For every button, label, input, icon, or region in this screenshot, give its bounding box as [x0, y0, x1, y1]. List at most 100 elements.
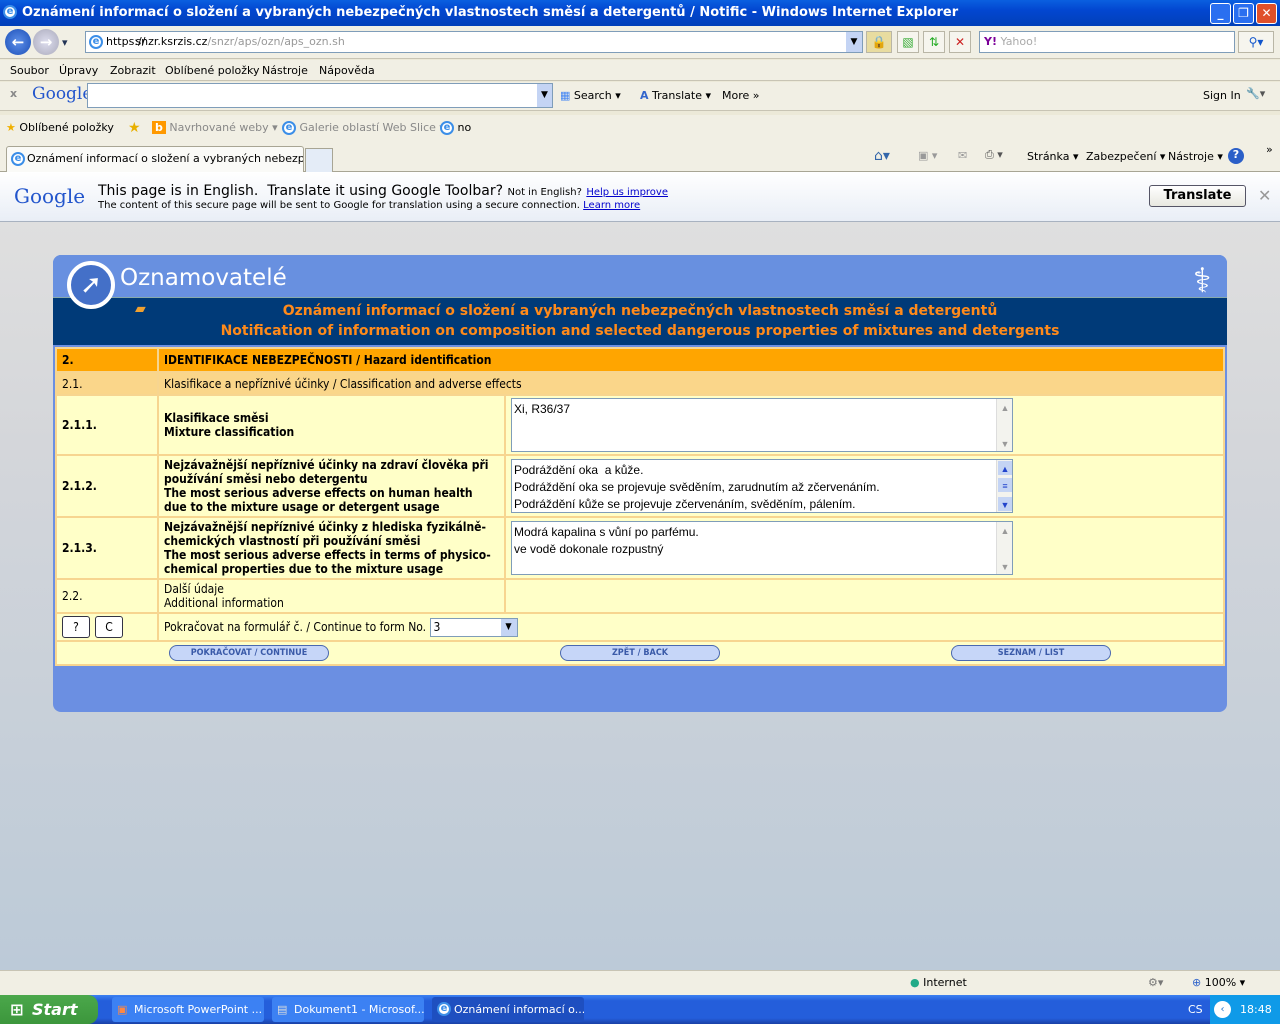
menu-nastroje-cmd[interactable]: Nástroje ▾	[1168, 150, 1223, 163]
fav-web-slice-gallery[interactable]: e Galerie oblastí Web Slice ▾	[282, 121, 445, 135]
window-title-bar: e Oznámení informací o složení a vybraný…	[0, 0, 1280, 26]
more-button[interactable]: More »	[722, 89, 760, 102]
home-icon[interactable]: ⌂▾	[874, 148, 890, 164]
scrollbar[interactable]: ▲ ▼	[996, 399, 1012, 451]
menu-bar: Soubor Úpravy Zobrazit Oblíbené položky …	[0, 60, 1280, 81]
task-word[interactable]: ▤ Dokument1 - Microsof...	[272, 997, 424, 1022]
scrollbar[interactable]: ▲ ▼	[996, 522, 1012, 574]
chevron-down-icon[interactable]: ▼	[537, 84, 552, 107]
restore-button[interactable]: ❐	[1233, 3, 1254, 24]
heading-cz: Oznámení informací o složení a vybraných…	[282, 303, 998, 319]
wrench-icon[interactable]: 🔧▾	[1246, 87, 1265, 100]
menu-upravy[interactable]: Úpravy	[59, 64, 98, 77]
refresh-icon[interactable]: ⇅	[923, 31, 945, 53]
zoom-control[interactable]: ⊕ 100% ▾	[1192, 976, 1245, 989]
google-search-input[interactable]: ▼	[87, 83, 553, 108]
star-icon: ★	[6, 121, 16, 134]
feeds-icon[interactable]: ▣ ▾	[918, 149, 937, 162]
zone-indicator: ● Internet	[910, 976, 967, 989]
scrollbar[interactable]: ▲ ≡ ▼	[996, 460, 1012, 512]
mail-icon[interactable]: ✉	[958, 149, 967, 162]
translate-page-button[interactable]: Translate	[1149, 185, 1246, 207]
list-button[interactable]: SEZNAM / LIST	[951, 645, 1111, 661]
help-button[interactable]: ?	[62, 616, 90, 638]
status-bar: ● Internet ⚙▾ ⊕ 100% ▾	[0, 970, 1280, 995]
help-icon[interactable]: ?	[1228, 148, 1244, 164]
menu-soubor[interactable]: Soubor	[10, 64, 49, 77]
system-tray: ‹ 18:48	[1210, 995, 1280, 1024]
address-bar[interactable]: e https://snzr.ksrzis.cz/snzr/aps/ozn/ap…	[85, 31, 863, 53]
fav-suggested-sites[interactable]: b Navrhované weby ▾	[152, 121, 278, 134]
close-toolbar-icon[interactable]: x	[10, 87, 17, 100]
table-row: 2.1.1. Klasifikace směsi Mixture classifi…	[57, 396, 1223, 454]
favorites-bar: ★ Oblíbené položky ★ b Navrhované weby ▾…	[0, 115, 1280, 143]
new-tab-button[interactable]	[305, 148, 333, 172]
minimize-button[interactable]: _	[1210, 3, 1231, 24]
lock-icon[interactable]: 🔒	[866, 31, 892, 53]
back-button[interactable]: ←	[5, 29, 31, 55]
menu-zabezpeceni[interactable]: Zabezpečení ▾	[1086, 150, 1165, 163]
search-icon[interactable]: ⚲▾	[1238, 31, 1274, 53]
table-row: 2.1.3. Nejzávažnější nepříznivé účinky z…	[57, 518, 1223, 578]
chevron-more-icon[interactable]: »	[1266, 143, 1273, 156]
task-powerpoint[interactable]: ▣ Microsoft PowerPoint ...	[112, 997, 264, 1022]
compatibility-icon[interactable]: ▧	[897, 31, 919, 53]
fav-no[interactable]: e no	[440, 121, 471, 135]
language-indicator[interactable]: CS	[1188, 1003, 1203, 1016]
google-logo: Google	[32, 84, 93, 104]
form-panel: ➚ Oznamovatelé ⚕ ▰ Oznámení informací o …	[53, 255, 1227, 712]
sign-in-link[interactable]: Sign In	[1203, 89, 1241, 102]
menu-napoveda[interactable]: Nápověda	[319, 64, 375, 77]
close-translate-icon[interactable]: ✕	[1258, 186, 1271, 205]
translate-message: This page is in English. Translate it us…	[98, 183, 504, 199]
tab-row: e Oznámení informací o složení a vybranýc…	[0, 143, 1280, 172]
windows-logo-icon: ⊞	[10, 1000, 24, 1019]
classification-textarea[interactable]: Xi, R36/37 ▲ ▼	[511, 398, 1013, 452]
address-dropdown-icon[interactable]: ▼	[846, 32, 862, 52]
caduceus-icon: ⚕	[1193, 261, 1212, 301]
help-improve-link[interactable]: Help us improve	[586, 187, 668, 198]
form-number-select[interactable]: 3 ▼	[429, 617, 518, 637]
chevron-down-icon: ▼	[500, 618, 517, 636]
menu-zobrazit[interactable]: Zobrazit	[110, 64, 156, 77]
stop-icon[interactable]: ✕	[949, 31, 971, 53]
task-ie[interactable]: e Oznámení informací o...	[432, 997, 584, 1022]
window-title: Oznámení informací o složení a vybraných…	[22, 5, 959, 20]
google-toolbar: x Google ▼ ▦ Search ▾ A Translate ▾ More…	[0, 82, 1280, 111]
tab-active[interactable]: e Oznámení informací o složení a vybranýc…	[6, 146, 304, 172]
globe-icon: ●	[910, 976, 920, 989]
translate-bar: Google This page is in English. Translat…	[0, 172, 1280, 222]
learn-more-link[interactable]: Learn more	[583, 200, 640, 211]
health-effects-textarea[interactable]: Podráždění oka a kůže. Podráždění oka se…	[511, 459, 1013, 513]
app-name: Oznamovatelé	[120, 265, 287, 291]
close-button[interactable]: ✕	[1256, 3, 1277, 24]
physchem-effects-textarea[interactable]: Modrá kapalina s vůní po parfému. ve vod…	[511, 521, 1013, 575]
table-row: 2.1.2. Nejzávažnější nepříznivé účinky n…	[57, 456, 1223, 516]
back-button[interactable]: ZPĚT / BACK	[560, 645, 720, 661]
print-icon[interactable]: ⎙ ▾	[985, 148, 1003, 162]
favorites-button[interactable]: ★ Oblíbené položky	[6, 121, 114, 134]
taskbar: ⊞ Start ▣ Microsoft PowerPoint ... ▤ Dokume…	[0, 995, 1280, 1024]
history-dropdown-icon[interactable]: ▾	[62, 36, 68, 49]
translate-button[interactable]: A Translate ▾	[640, 89, 711, 102]
menu-nastroje[interactable]: Nástroje	[262, 64, 308, 77]
clock: 18:48	[1240, 1003, 1272, 1016]
chevron-left-icon[interactable]: ‹	[1214, 1001, 1231, 1018]
protected-mode-icon[interactable]: ⚙▾	[1148, 976, 1163, 989]
continue-button[interactable]: POKRAČOVAT / CONTINUE	[169, 645, 329, 661]
menu-stranka[interactable]: Stránka ▾	[1027, 150, 1078, 163]
start-button[interactable]: ⊞ Start	[0, 995, 98, 1024]
subsection-row: 2.1. Klasifikace a nepříznivé účinky / Cl…	[57, 373, 1223, 394]
logo-arrow-icon: ➚	[67, 261, 115, 309]
clear-button[interactable]: C	[95, 616, 123, 638]
continue-row: ? C Pokračovat na formulář č. / Continue …	[57, 614, 1223, 640]
forward-button[interactable]: →	[33, 29, 59, 55]
heading-en: Notification of information on compositi…	[220, 323, 1060, 339]
google-logo: Google	[14, 184, 86, 208]
add-favorite-icon[interactable]: ★	[128, 120, 141, 136]
menu-oblibene[interactable]: Oblíbené položky	[165, 64, 260, 77]
search-input[interactable]: Y! Yahoo!	[979, 31, 1235, 53]
table-row: 2.2. Další údaje Additional information	[57, 580, 1223, 612]
form-table: 2. IDENTIFIKACE NEBEZPEČNOSTI / Hazard id…	[55, 347, 1225, 666]
google-search-button[interactable]: ▦ Search ▾	[560, 89, 621, 102]
